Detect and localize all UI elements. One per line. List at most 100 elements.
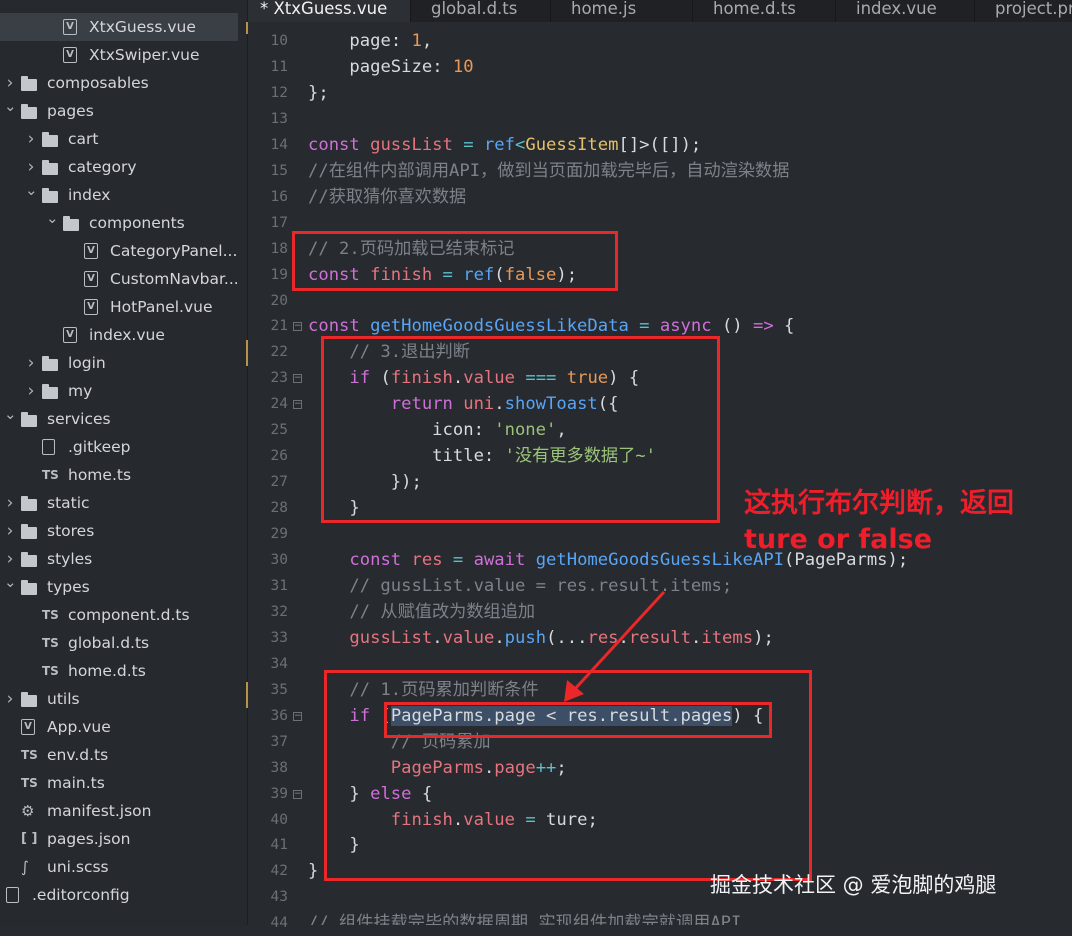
folder-item[interactable]: ⌄ services	[0, 405, 247, 433]
chevron-down-icon[interactable]: ⌄	[4, 92, 17, 120]
folder-item[interactable]: ⌄ index	[0, 181, 247, 209]
chevron-down-icon[interactable]: ⌄	[4, 400, 17, 428]
file-icon	[42, 433, 55, 461]
line-number: 16	[270, 188, 288, 205]
tab-item[interactable]: home.d.ts	[693, 0, 836, 22]
file-label: .gitkeep	[68, 438, 131, 456]
file-item[interactable]: TS global.d.ts	[0, 629, 247, 657]
file-item[interactable]: ∫ uni.scss	[0, 853, 247, 881]
file-item[interactable]: TS home.ts	[0, 461, 247, 489]
file-item[interactable]: [ ] pages.json	[0, 825, 247, 853]
file-label: env.d.ts	[47, 746, 109, 764]
line-number: 40	[270, 811, 288, 828]
fold-toggle-icon[interactable]: −	[293, 374, 302, 384]
line-number: 28	[270, 500, 288, 517]
chevron-right-icon[interactable]: ›	[25, 377, 37, 405]
fold-toggle-icon[interactable]: −	[293, 711, 302, 721]
file-item[interactable]: Vindex.vue	[0, 321, 247, 349]
tab-label: global.d.ts	[431, 0, 518, 18]
file-item[interactable]: .gitkeep	[0, 433, 247, 461]
tab-item[interactable]: index.vue	[836, 0, 975, 22]
line-number: 38	[270, 759, 288, 776]
vue-file-icon: V	[63, 321, 77, 349]
folder-item[interactable]: › category	[0, 153, 247, 181]
file-item[interactable]: V CategoryPanel...	[0, 237, 247, 265]
file-label: global.d.ts	[68, 634, 150, 652]
folder-icon	[21, 489, 37, 517]
ts-file-icon: TS	[21, 776, 38, 790]
tab-item[interactable]: global.d.ts	[411, 0, 551, 22]
json-file-icon: [ ]	[21, 831, 38, 846]
modified-line-marker	[246, 22, 248, 34]
file-item[interactable]: TS home.d.ts	[0, 657, 247, 685]
code-line: // 组件挂载完毕的数据周期 实现组件加载完就调用API	[308, 910, 741, 925]
line-number: 26	[270, 448, 288, 465]
file-icon	[6, 881, 19, 909]
chevron-down-icon[interactable]: ⌄	[25, 176, 38, 204]
file-label: App.vue	[47, 718, 111, 736]
folder-item[interactable]: ⌄ components	[0, 209, 247, 237]
file-item[interactable]: TS main.ts	[0, 769, 247, 797]
fold-toggle-icon[interactable]: −	[293, 322, 302, 332]
scss-file-icon: ∫	[21, 858, 29, 876]
fold-toggle-icon[interactable]: −	[293, 789, 302, 799]
file-item[interactable]: V HotPanel.vue	[0, 293, 247, 321]
folder-item[interactable]: › styles	[0, 545, 247, 573]
line-number: 20	[270, 292, 288, 309]
line-number: 29	[270, 526, 288, 543]
chevron-right-icon[interactable]: ›	[25, 125, 37, 153]
file-item[interactable]: V XtxGuess.vue	[0, 13, 238, 41]
editor-tab-bar: * XtxGuess.vue global.d.ts home.js home.d.t…	[248, 0, 1072, 22]
code-line: gussList.value.push(...res.result.items)…	[308, 625, 773, 651]
file-item[interactable]: V CustomNavbar...	[0, 265, 247, 293]
code-token: <	[514, 134, 526, 155]
chevron-down-icon[interactable]: ⌄	[4, 568, 17, 596]
chevron-right-icon[interactable]: ›	[4, 517, 16, 545]
code-token: page	[349, 31, 391, 51]
gear-file-icon: ⚙	[21, 802, 35, 820]
line-number: 31	[270, 577, 288, 594]
line-number: 23	[270, 370, 288, 387]
ts-file-icon: TS	[42, 664, 59, 678]
folder-item[interactable]: › login	[0, 349, 247, 377]
line-number: 22	[270, 344, 288, 361]
chevron-right-icon[interactable]: ›	[4, 489, 16, 517]
annotation-line-1: 这执行布尔判断，返回	[744, 488, 1014, 519]
ts-file-icon: TS	[21, 748, 38, 762]
folder-item[interactable]: › utils	[0, 685, 247, 713]
code-token: await	[473, 550, 536, 570]
folder-item[interactable]: › cart	[0, 125, 247, 153]
folder-item[interactable]: › stores	[0, 517, 247, 545]
tab-item[interactable]: home.js	[551, 0, 693, 22]
folder-item[interactable]: › static	[0, 489, 247, 517]
file-item[interactable]: ⚙ manifest.json	[0, 797, 247, 825]
code-token: async	[659, 316, 722, 337]
code-token: pageSize	[349, 56, 433, 77]
file-label: index	[68, 186, 111, 204]
folder-item[interactable]: › composables	[0, 69, 247, 97]
file-item[interactable]: TS component.d.ts	[0, 601, 247, 629]
tab-item[interactable]: project.pri	[975, 0, 1072, 22]
file-item[interactable]: .editorconfig	[0, 881, 247, 909]
file-item[interactable]: TS env.d.ts	[0, 741, 247, 769]
code-token: const	[308, 134, 371, 155]
line-number: 27	[270, 474, 288, 491]
folder-item[interactable]: › my	[0, 377, 247, 405]
file-label: home.d.ts	[68, 662, 146, 680]
file-item[interactable]: V XtxSwiper.vue	[0, 41, 247, 69]
file-label: stores	[47, 522, 95, 540]
tab-item[interactable]: * XtxGuess.vue	[248, 0, 411, 22]
chevron-down-icon[interactable]: ⌄	[46, 204, 59, 232]
fold-toggle-icon[interactable]: −	[293, 400, 302, 410]
folder-item[interactable]: ⌄ types	[0, 573, 247, 601]
file-item[interactable]: V App.vue	[0, 713, 247, 741]
file-label: composables	[47, 74, 149, 92]
folder-item[interactable]: ⌄ pages	[0, 97, 247, 125]
file-label: types	[47, 578, 90, 596]
line-number: 32	[270, 603, 288, 620]
chevron-right-icon[interactable]: ›	[4, 685, 16, 713]
chevron-right-icon[interactable]: ›	[25, 349, 37, 377]
file-label: pages	[47, 102, 94, 120]
line-number: 13	[270, 110, 288, 127]
folder-icon	[21, 545, 37, 573]
